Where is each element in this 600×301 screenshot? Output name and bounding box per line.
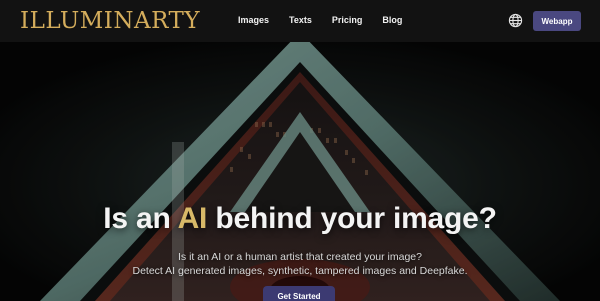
hero-section: Is an AI behind your image? Is it an AI … xyxy=(0,42,600,301)
webapp-button[interactable]: Webapp xyxy=(533,11,581,31)
logo[interactable]: ILLUMINARTY xyxy=(20,8,200,34)
hero-headline: Is an AI behind your image? xyxy=(0,202,600,236)
main-nav: Images Texts Pricing Blog xyxy=(238,15,422,25)
nav-link-blog[interactable]: Blog xyxy=(382,15,402,25)
nav-link-texts[interactable]: Texts xyxy=(289,15,312,25)
hero-subtitle-line1: Is it an AI or a human artist that creat… xyxy=(178,251,422,263)
headline-suffix: behind your image? xyxy=(207,202,497,235)
headline-prefix: Is an xyxy=(103,202,178,235)
nav-link-pricing[interactable]: Pricing xyxy=(332,15,363,25)
hero-subtitle-line2: Detect AI generated images, synthetic, t… xyxy=(132,265,468,277)
nav-link-images[interactable]: Images xyxy=(238,15,269,25)
navbar: ILLUMINARTY Images Texts Pricing Blog We… xyxy=(0,0,600,42)
globe-icon[interactable] xyxy=(508,13,523,28)
headline-accent: AI xyxy=(177,202,208,235)
get-started-button[interactable]: Get Started xyxy=(263,286,335,301)
